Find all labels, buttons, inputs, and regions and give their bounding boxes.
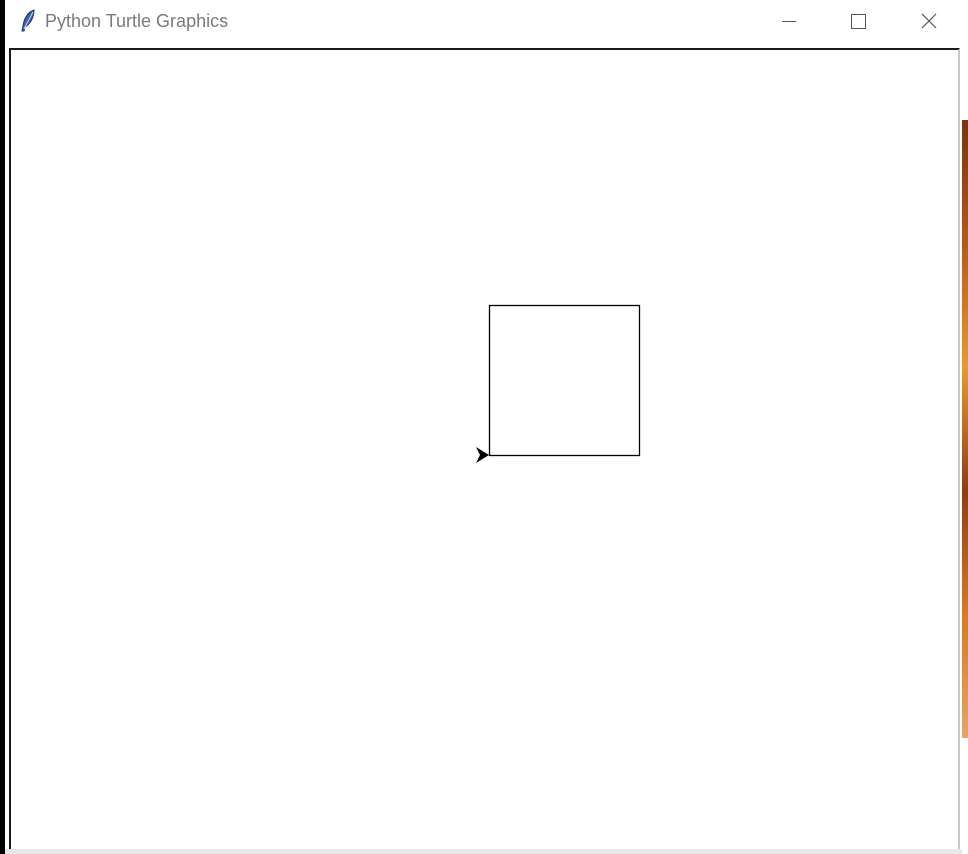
turtle-window: Python Turtle Graphics	[5, 0, 962, 854]
turtle-canvas-area[interactable]	[9, 48, 960, 854]
turtle-cursor	[476, 447, 489, 463]
window-title: Python Turtle Graphics	[45, 11, 229, 31]
turtle-canvas[interactable]	[11, 50, 958, 854]
maximize-icon	[851, 14, 866, 29]
close-icon	[921, 13, 937, 29]
title-bar[interactable]: Python Turtle Graphics	[5, 0, 962, 44]
maximize-button[interactable]	[835, 0, 881, 44]
desktop-screen: Python Turtle Graphics	[0, 0, 968, 854]
feather-icon	[19, 9, 37, 33]
desktop-background-right	[962, 0, 968, 854]
window-bottom-border	[5, 849, 962, 854]
background-window-sliver	[962, 120, 968, 738]
minimize-button[interactable]	[765, 0, 811, 44]
close-button[interactable]	[905, 0, 951, 44]
drawn-square	[488, 304, 641, 457]
minimize-icon	[782, 21, 796, 22]
